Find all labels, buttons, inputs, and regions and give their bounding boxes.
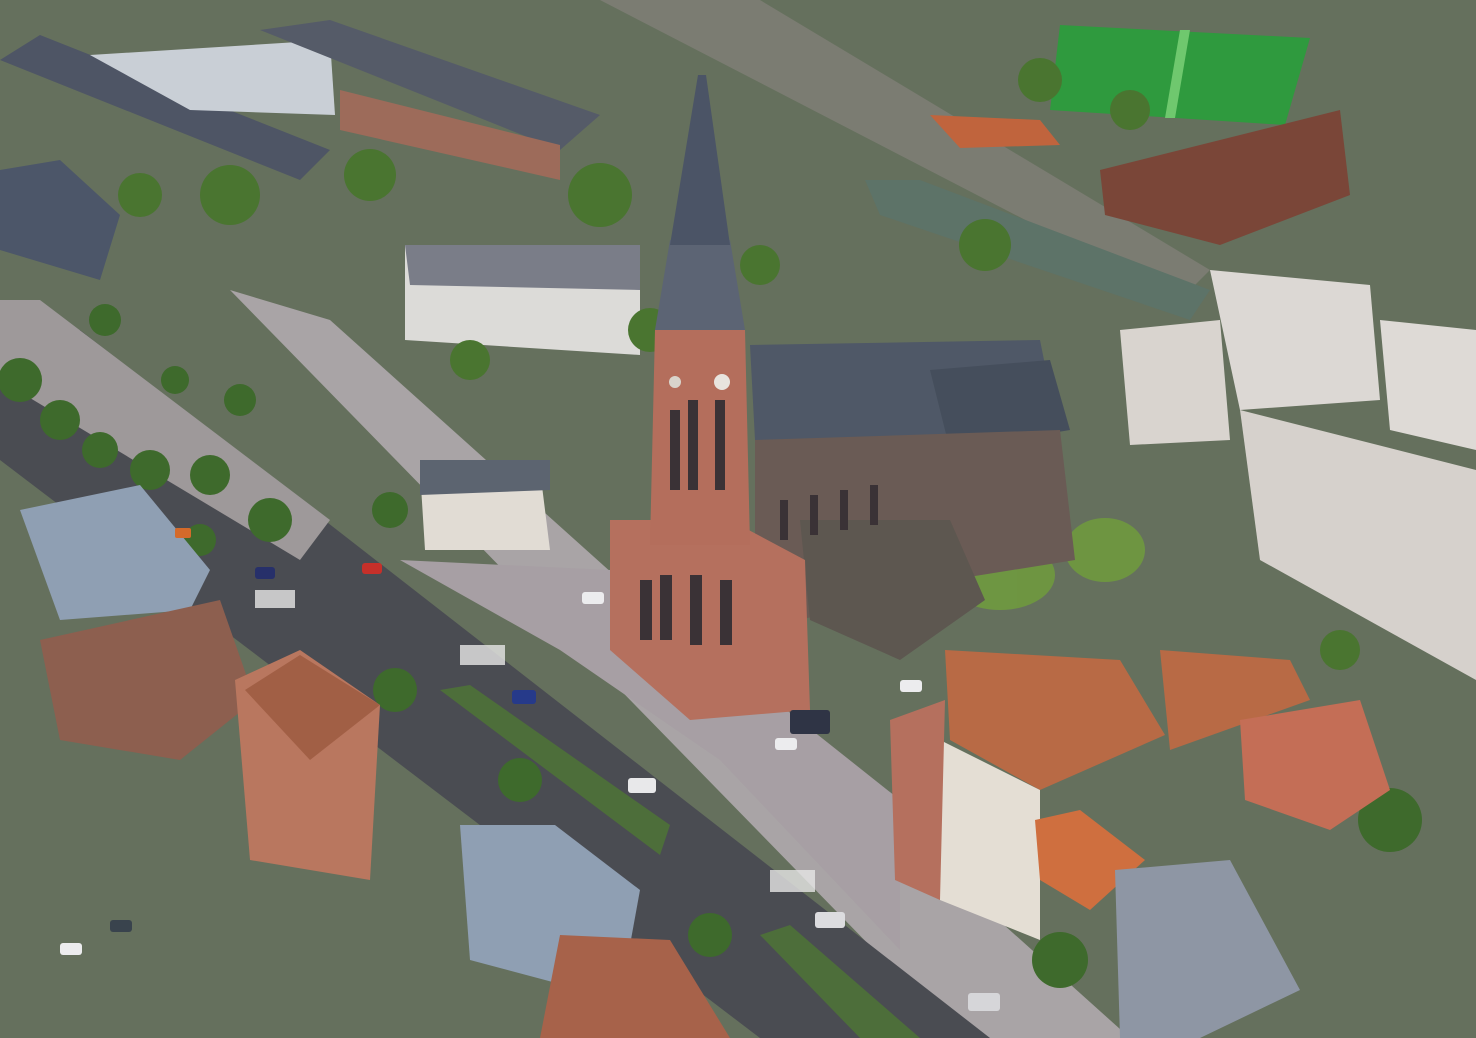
crosswalk-west — [255, 590, 295, 608]
east-white-block-2 — [1210, 270, 1380, 410]
se-brick-house — [890, 700, 945, 900]
east-white-block-1 — [1120, 320, 1230, 445]
crosswalk-north — [460, 645, 505, 665]
church-tower — [650, 330, 750, 545]
cream-corner-roof — [420, 460, 550, 495]
east-white-block-4 — [1380, 320, 1476, 450]
church-clock — [714, 374, 730, 390]
aerial-view-church-boulevard — [0, 0, 1476, 1038]
church-clock-side — [669, 376, 681, 388]
church-belfry — [655, 240, 745, 330]
crosswalk-south — [770, 870, 815, 892]
white-apartment-roof — [405, 245, 640, 290]
